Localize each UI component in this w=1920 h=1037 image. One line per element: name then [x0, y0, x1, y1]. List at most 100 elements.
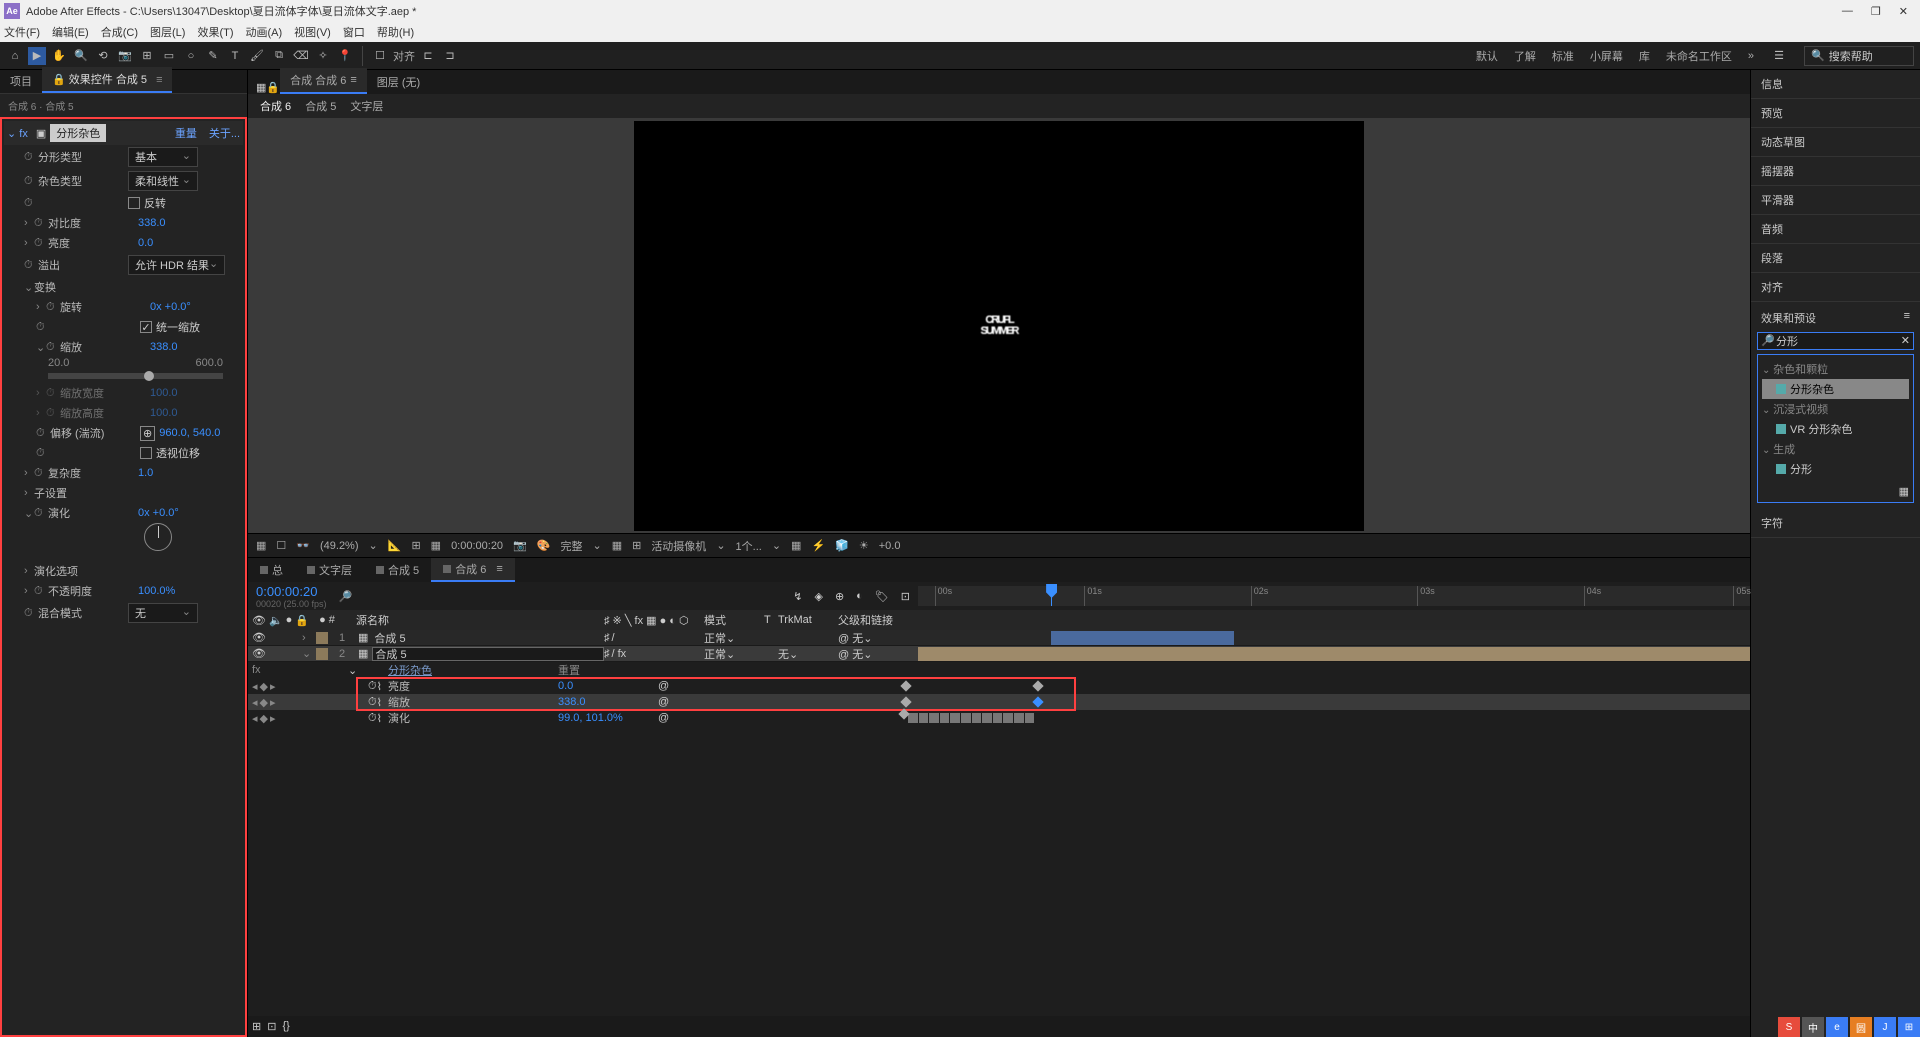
- tl-tab-comp5[interactable]: 合成 5: [364, 558, 431, 582]
- stopwatch-icon[interactable]: ⏱: [46, 301, 60, 314]
- camera-tool-icon[interactable]: 📷: [116, 47, 134, 65]
- scale-value[interactable]: 338.0: [150, 341, 178, 353]
- transparency-icon[interactable]: ⊞: [632, 539, 641, 552]
- timeline-ruler[interactable]: 00s 01s 02s 03s 04s 05s: [918, 586, 1750, 606]
- breadcrumb-comp5[interactable]: 合成 5: [305, 98, 336, 114]
- eye-icon[interactable]: 👁: [252, 647, 266, 660]
- effect-visibility-icon[interactable]: ▣: [36, 127, 46, 140]
- evolution-value[interactable]: 0x +0.0°: [138, 507, 179, 519]
- stopwatch-icon[interactable]: ⏱: [24, 259, 38, 272]
- kf-add-icon[interactable]: ◆: [260, 712, 268, 725]
- stopwatch-icon[interactable]: ⏱: [36, 447, 50, 460]
- blend-dropdown[interactable]: 无⌄: [128, 603, 198, 623]
- eye-col-icon[interactable]: 👁: [252, 614, 266, 627]
- pickwhip-icon[interactable]: @: [658, 680, 669, 692]
- layer-row[interactable]: 👁 › 1 ▦ 合成 5 ♯ / 正常⌄ @ 无⌄: [248, 630, 1750, 646]
- ime-status-bar[interactable]: S 中 e 圆 J ⊞: [1778, 1017, 1920, 1037]
- panel-wiggler[interactable]: 摇摆器: [1751, 157, 1920, 186]
- snap-opt1-icon[interactable]: ⊏: [419, 47, 437, 65]
- menu-composition[interactable]: 合成(C): [101, 24, 138, 40]
- expand-icon[interactable]: ›: [24, 237, 34, 249]
- stopwatch-icon[interactable]: ⏱: [46, 341, 60, 354]
- overflow-dropdown[interactable]: 允许 HDR 结果⌄: [128, 255, 225, 275]
- effect-sub-row[interactable]: fx ⌄ 分形杂色 重置: [248, 662, 1750, 678]
- keyframe-icon[interactable]: [901, 680, 912, 691]
- current-time[interactable]: 0:00:00:20: [256, 584, 327, 599]
- preset-category[interactable]: ⌄ 杂色和颗粒: [1762, 359, 1909, 379]
- layer-name-input[interactable]: [372, 647, 604, 661]
- zoom-dropdown[interactable]: (49.2%): [320, 540, 359, 552]
- playhead[interactable]: [1051, 586, 1052, 606]
- stopwatch-icon[interactable]: ⏱: [34, 507, 48, 520]
- pan-behind-tool-icon[interactable]: ⊞: [138, 47, 156, 65]
- 3d-icon[interactable]: 🧊: [835, 539, 849, 552]
- zoom-tool-icon[interactable]: 🔍: [72, 47, 90, 65]
- preset-vr-fractal[interactable]: VR 分形杂色: [1762, 419, 1909, 439]
- fast-preview-icon[interactable]: ⚡: [811, 539, 825, 552]
- layer-row[interactable]: 👁 ⌄ 2 ▦ ♯ / fx 正常⌄ 无⌄ @ 无⌄: [248, 646, 1750, 662]
- timeline-search[interactable]: 🔎: [339, 590, 353, 603]
- expand-icon[interactable]: ›: [24, 217, 34, 229]
- selection-tool-icon[interactable]: ▶: [28, 47, 46, 65]
- timecode[interactable]: 0:00:00:20: [451, 540, 503, 552]
- stopwatch-icon[interactable]: ⏱: [36, 321, 50, 334]
- tab-menu-icon[interactable]: ≡: [350, 74, 356, 86]
- comp-nav-icon[interactable]: ▦: [256, 81, 266, 94]
- workspace-default[interactable]: 默认: [1476, 48, 1498, 64]
- graph-icon[interactable]: ⌇: [377, 696, 382, 709]
- ellipse-tool-icon[interactable]: ○: [182, 47, 200, 65]
- camera-dropdown[interactable]: 活动摄像机: [651, 538, 706, 554]
- rectangle-tool-icon[interactable]: ▭: [160, 47, 178, 65]
- tl-tab-comp6[interactable]: 合成 6≡: [431, 558, 515, 582]
- layer-name[interactable]: 合成 5: [372, 630, 604, 646]
- clear-icon[interactable]: ✕: [1901, 334, 1910, 347]
- tl-brightness-value[interactable]: 0.0: [558, 680, 658, 692]
- menu-animation[interactable]: 动画(A): [246, 24, 283, 40]
- crosshair-icon[interactable]: ⊕: [140, 426, 155, 441]
- invert-checkbox[interactable]: [128, 197, 140, 209]
- complexity-value[interactable]: 1.0: [138, 467, 153, 479]
- panel-audio[interactable]: 音频: [1751, 215, 1920, 244]
- effect-reset-tl[interactable]: 重置: [558, 662, 658, 678]
- panel-info[interactable]: 信息: [1751, 70, 1920, 99]
- preset-category[interactable]: ⌄ 沉浸式视频: [1762, 399, 1909, 419]
- orbit-tool-icon[interactable]: ⟲: [94, 47, 112, 65]
- glasses-icon[interactable]: 👓: [296, 539, 310, 552]
- panel-preview[interactable]: 预览: [1751, 99, 1920, 128]
- tl-icon-4[interactable]: ◐: [856, 590, 863, 602]
- fx-icon[interactable]: fx: [252, 664, 261, 676]
- panel-paragraph[interactable]: 段落: [1751, 244, 1920, 273]
- trkmat-dropdown[interactable]: 无⌄: [778, 649, 798, 661]
- stopwatch-icon[interactable]: ⏱: [24, 175, 38, 188]
- comp-tab-active[interactable]: 合成 合成 6 ≡: [280, 68, 367, 94]
- home-icon[interactable]: ⌂: [6, 47, 24, 65]
- kf-add-icon[interactable]: ◆: [260, 696, 268, 709]
- channel-icon[interactable]: ▦: [431, 539, 441, 552]
- layer-color-swatch[interactable]: [316, 632, 328, 644]
- effect-name[interactable]: 分形杂色: [50, 124, 106, 142]
- kf-prev-icon[interactable]: ◂: [252, 680, 258, 693]
- tl-icon-5[interactable]: 🏷: [875, 590, 889, 603]
- pickwhip-icon[interactable]: @: [838, 649, 849, 661]
- expand-icon[interactable]: ›: [36, 301, 46, 313]
- resolution-icon[interactable]: ⌄: [369, 539, 378, 552]
- stopwatch-icon[interactable]: ⏱: [34, 217, 48, 230]
- tl-icon-2[interactable]: ◈: [814, 590, 822, 603]
- tl-tab-textlayer[interactable]: 文字层: [295, 558, 364, 582]
- stopwatch-icon[interactable]: ⏱: [34, 585, 48, 598]
- tl-evolution-value[interactable]: 99.0, 101.0%: [558, 712, 658, 724]
- solo-col-icon[interactable]: ●: [286, 614, 293, 627]
- about-button[interactable]: 关于...: [209, 125, 240, 141]
- pickwhip-icon[interactable]: @: [658, 696, 669, 708]
- preset-category[interactable]: ⌄ 生成: [1762, 439, 1909, 459]
- workspace-standard[interactable]: 标准: [1552, 48, 1574, 64]
- brightness-value[interactable]: 0.0: [138, 237, 153, 249]
- exposure-icon[interactable]: ☀: [859, 539, 869, 552]
- kf-next-icon[interactable]: ▸: [270, 696, 276, 709]
- stopwatch-icon[interactable]: ⏱: [34, 237, 48, 250]
- opacity-value[interactable]: 100.0%: [138, 585, 175, 597]
- tl-toggle-modes-icon[interactable]: ⊡: [267, 1020, 276, 1033]
- alpha-icon[interactable]: ▦: [256, 539, 266, 552]
- keyframe-icon[interactable]: [1033, 696, 1044, 707]
- parent-dropdown[interactable]: 无⌄: [852, 633, 872, 645]
